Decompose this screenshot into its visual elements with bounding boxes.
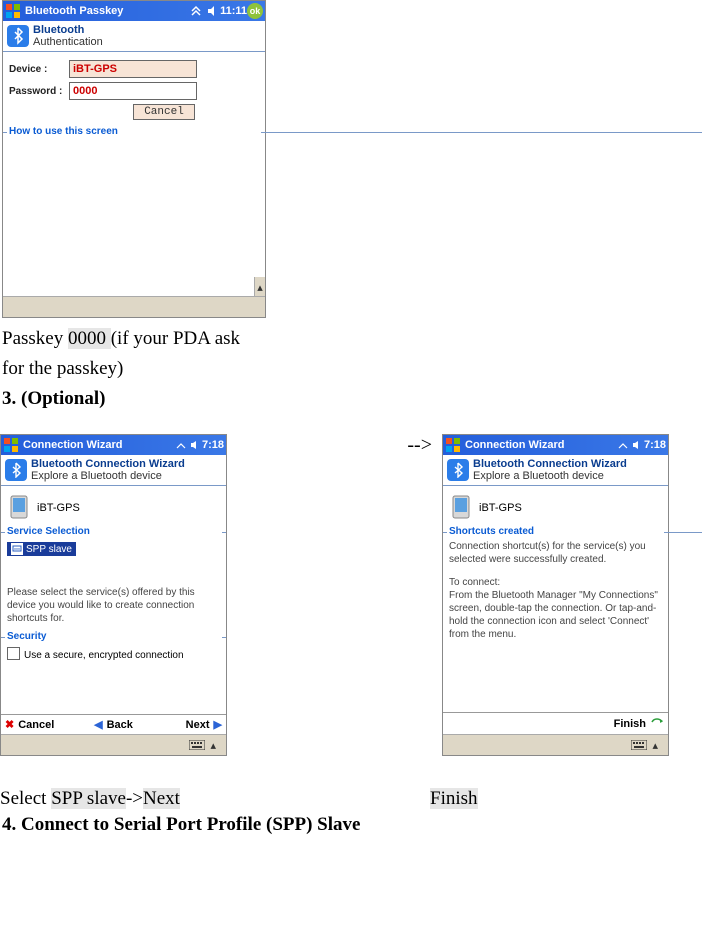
secure-label: Use a secure, encrypted connection bbox=[24, 650, 184, 661]
window-title: Bluetooth Passkey bbox=[25, 5, 123, 17]
sip-up-icon[interactable]: ▴ bbox=[210, 739, 216, 752]
header-title: Bluetooth Connection Wizard bbox=[473, 458, 627, 470]
cancel-button[interactable]: Cancel bbox=[18, 719, 54, 731]
heading-4: 4. Connect to Serial Port Profile (SPP) … bbox=[2, 810, 700, 840]
next-button[interactable]: Next bbox=[186, 719, 210, 731]
bluetooth-icon bbox=[7, 25, 29, 47]
window-title: Connection Wizard bbox=[465, 439, 565, 451]
finish-arrow-icon[interactable] bbox=[650, 716, 664, 731]
sip-bar bbox=[3, 296, 265, 317]
ok-button[interactable]: ok bbox=[247, 3, 263, 19]
header-title: Bluetooth bbox=[33, 24, 103, 36]
bluetooth-icon bbox=[447, 459, 469, 481]
clock: 7:18 bbox=[644, 439, 666, 451]
connection-icon bbox=[176, 440, 186, 450]
screenshot-wizard-finish: Connection Wizard 7:18 Bluetooth bbox=[442, 434, 669, 756]
cancel-button[interactable]: Cancel bbox=[133, 104, 195, 120]
passkey-caption: Passkey 0000 (if your PDA ask bbox=[2, 324, 700, 354]
device-name: iBT-GPS bbox=[479, 502, 522, 514]
volume-icon bbox=[632, 440, 642, 450]
shortcuts-msg2a: To connect: bbox=[449, 576, 662, 589]
serial-port-icon bbox=[11, 543, 23, 555]
screenshot-passkey: Bluetooth Passkey 11:11 ok Bluetooth Aut… bbox=[2, 0, 266, 318]
scroll-up-icon[interactable]: ▴ bbox=[254, 277, 265, 297]
section-service: Service Selection bbox=[7, 526, 220, 537]
secure-checkbox[interactable] bbox=[7, 647, 20, 660]
volume-icon bbox=[206, 5, 218, 17]
passkey-caption-2: for the passkey) bbox=[2, 354, 700, 384]
screenshot-wizard-select: Connection Wizard 7:18 Bluetooth bbox=[0, 434, 227, 756]
bluetooth-icon bbox=[5, 459, 27, 481]
device-name: iBT-GPS bbox=[37, 502, 80, 514]
window-title: Connection Wizard bbox=[23, 439, 123, 451]
arrow-separator: --> bbox=[227, 434, 442, 457]
finish-button[interactable]: Finish bbox=[614, 718, 646, 730]
titlebar: Connection Wizard 7:18 bbox=[1, 435, 226, 455]
back-button[interactable]: Back bbox=[107, 719, 133, 731]
section-security: Security bbox=[7, 631, 220, 642]
volume-icon bbox=[190, 440, 200, 450]
next-arrow-icon[interactable]: ▶ bbox=[214, 718, 222, 731]
header-subtitle: Authentication bbox=[33, 36, 103, 48]
section-shortcuts: Shortcuts created bbox=[449, 526, 662, 537]
connection-icon bbox=[618, 440, 628, 450]
device-label: Device : bbox=[9, 64, 69, 75]
keyboard-icon[interactable] bbox=[631, 740, 647, 750]
sip-up-icon[interactable]: ▴ bbox=[652, 739, 658, 752]
titlebar: Connection Wizard 7:18 bbox=[443, 435, 668, 455]
titlebar: Bluetooth Passkey 11:11 ok bbox=[3, 1, 265, 21]
start-icon[interactable] bbox=[445, 437, 461, 453]
header-band: Bluetooth Authentication bbox=[3, 21, 265, 52]
caption-finish: Finish bbox=[430, 788, 702, 810]
heading-3: 3. (Optional) bbox=[2, 384, 700, 414]
pda-device-icon bbox=[449, 494, 473, 522]
connection-icon bbox=[190, 5, 202, 17]
start-icon[interactable] bbox=[5, 3, 21, 19]
header-subtitle: Explore a Bluetooth device bbox=[473, 470, 627, 482]
header-title: Bluetooth Connection Wizard bbox=[31, 458, 185, 470]
clock: 7:18 bbox=[202, 439, 224, 451]
back-arrow-icon[interactable]: ◀ bbox=[94, 718, 102, 731]
start-icon[interactable] bbox=[3, 437, 19, 453]
keyboard-icon[interactable] bbox=[189, 740, 205, 750]
section-howto: How to use this screen bbox=[9, 126, 259, 137]
pda-device-icon bbox=[7, 494, 31, 522]
cancel-icon[interactable]: ✖ bbox=[5, 718, 14, 731]
spp-slave-item[interactable]: SPP slave bbox=[7, 542, 76, 556]
password-label: Password : bbox=[9, 86, 69, 97]
caption-select: Select SPP slave->Next bbox=[0, 788, 430, 810]
header-subtitle: Explore a Bluetooth device bbox=[31, 470, 185, 482]
shortcuts-msg2b: From the Bluetooth Manager "My Connectio… bbox=[449, 589, 662, 641]
device-field[interactable] bbox=[69, 60, 197, 78]
password-field[interactable] bbox=[69, 82, 197, 100]
service-note: Please select the service(s) offered by … bbox=[7, 586, 220, 625]
shortcuts-msg1: Connection shortcut(s) for the service(s… bbox=[449, 540, 662, 566]
clock: 11:11 bbox=[220, 5, 247, 17]
